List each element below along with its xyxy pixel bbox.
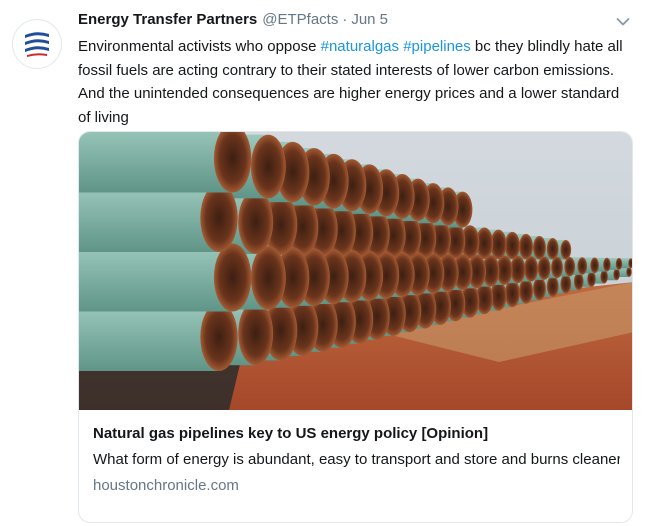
tweet-text: Environmental activists who oppose #natu… — [78, 35, 628, 129]
pipe-body — [79, 184, 219, 252]
author-name[interactable]: Energy Transfer Partners — [78, 11, 257, 28]
pipe-end — [510, 255, 526, 284]
pipe-body — [79, 132, 233, 193]
pipe-end — [533, 276, 546, 301]
hashtag-naturalgas[interactable]: #naturalgas — [321, 38, 399, 55]
separator-dot: · — [342, 11, 348, 28]
card-title[interactable]: Natural gas pipelines key to US energy p… — [93, 424, 620, 444]
pipe-end — [546, 238, 559, 260]
pipe-end — [250, 245, 286, 310]
avatar[interactable] — [12, 19, 62, 69]
pipe-end — [573, 272, 584, 291]
tweet-date[interactable]: Jun 5 — [351, 11, 388, 28]
pipe-end — [200, 184, 238, 252]
pipe-end — [546, 275, 559, 297]
pipe-end — [238, 301, 274, 366]
pipe-end — [587, 271, 596, 287]
pipe-end — [250, 134, 286, 199]
pipe-body — [79, 243, 233, 312]
tweet-header: Energy Transfer Partners @ETPfacts · Jun… — [78, 11, 628, 33]
pipe-end — [590, 257, 599, 274]
pipe-body — [79, 303, 219, 371]
pipe-end — [551, 256, 563, 279]
pipe-end — [238, 190, 274, 254]
pipe-end — [200, 303, 238, 371]
tweet-text-intro: Environmental activists who oppose — [78, 38, 321, 55]
pipe-end — [564, 257, 576, 277]
author-handle[interactable]: @ETPfacts — [262, 11, 338, 28]
card-description: What form of energy is abundant, easy to… — [93, 451, 620, 468]
pipe-end — [537, 256, 551, 280]
pipe-end — [213, 243, 252, 312]
pipe-end — [600, 269, 608, 284]
pipe-end — [626, 267, 632, 277]
card-body: Natural gas pipelines key to US energy p… — [93, 424, 620, 496]
pipe-end — [524, 256, 539, 282]
pipe-end — [560, 239, 572, 260]
pipe-end — [615, 258, 623, 270]
pipe-end — [560, 274, 572, 294]
energy-transfer-logo-icon — [25, 32, 49, 57]
tweet-menu-button[interactable] — [616, 14, 630, 32]
pipe-end — [533, 235, 546, 260]
pipe-end — [519, 233, 534, 260]
chevron-down-icon — [616, 18, 630, 26]
card-domain[interactable]: houstonchronicle.com — [93, 476, 620, 496]
link-card[interactable]: Natural gas pipelines key to US energy p… — [78, 131, 633, 523]
hashtag-pipelines[interactable]: #pipelines — [403, 38, 471, 55]
pipe-end — [613, 268, 620, 281]
pipe-end — [504, 231, 520, 260]
pipe-end — [519, 278, 534, 304]
card-image — [79, 132, 632, 410]
pipe-end — [603, 257, 611, 272]
pipe-end — [577, 257, 588, 275]
